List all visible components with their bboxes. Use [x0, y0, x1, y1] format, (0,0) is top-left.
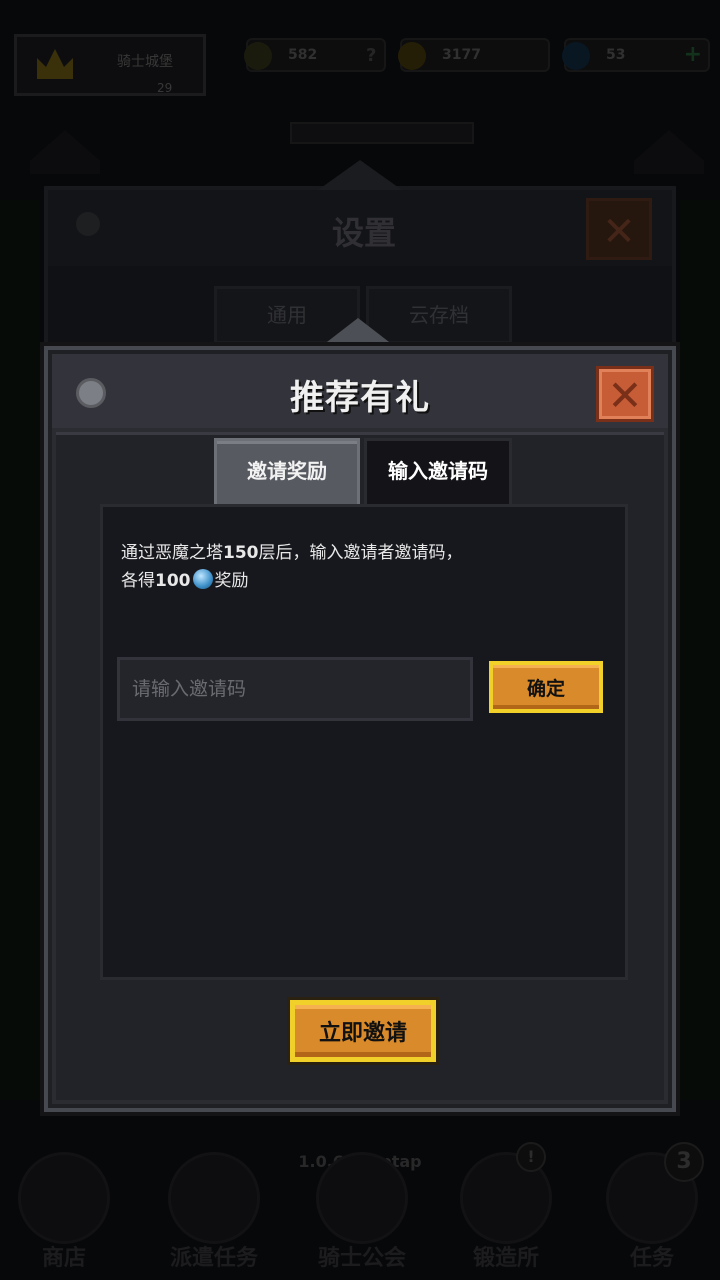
tab-enter-code[interactable]: 输入邀请码: [364, 438, 512, 504]
reward-description: 通过恶魔之塔150层后，输入邀请者邀请码， 各得100 奖励: [121, 539, 621, 595]
dialog-title: 推荐有礼: [290, 378, 430, 418]
desc-text: 奖励: [214, 571, 249, 591]
content-panel: 通过恶魔之塔150层后，输入邀请者邀请码， 各得100 奖励 确定: [100, 504, 628, 980]
gem-icon: [192, 569, 213, 589]
close-icon: ✕: [607, 371, 643, 420]
tower-floor-number: 150: [223, 543, 259, 563]
invite-now-button[interactable]: 立即邀请: [290, 1000, 436, 1062]
desc-text: 层后，输入邀请者邀请码，: [258, 543, 463, 563]
confirm-button[interactable]: 确定: [489, 661, 603, 713]
referral-dialog: 推荐有礼 ✕ 邀请奖励 输入邀请码 通过恶魔之塔150层后，输入邀请者邀请码， …: [44, 346, 676, 1112]
invite-code-input[interactable]: [117, 657, 473, 721]
reward-amount: 100: [155, 571, 191, 591]
tab-invite-reward[interactable]: 邀请奖励: [214, 438, 360, 504]
dialog-close-button[interactable]: ✕: [596, 366, 654, 422]
desc-text: 各得: [121, 571, 155, 591]
desc-text: 通过恶魔之塔: [121, 543, 223, 563]
